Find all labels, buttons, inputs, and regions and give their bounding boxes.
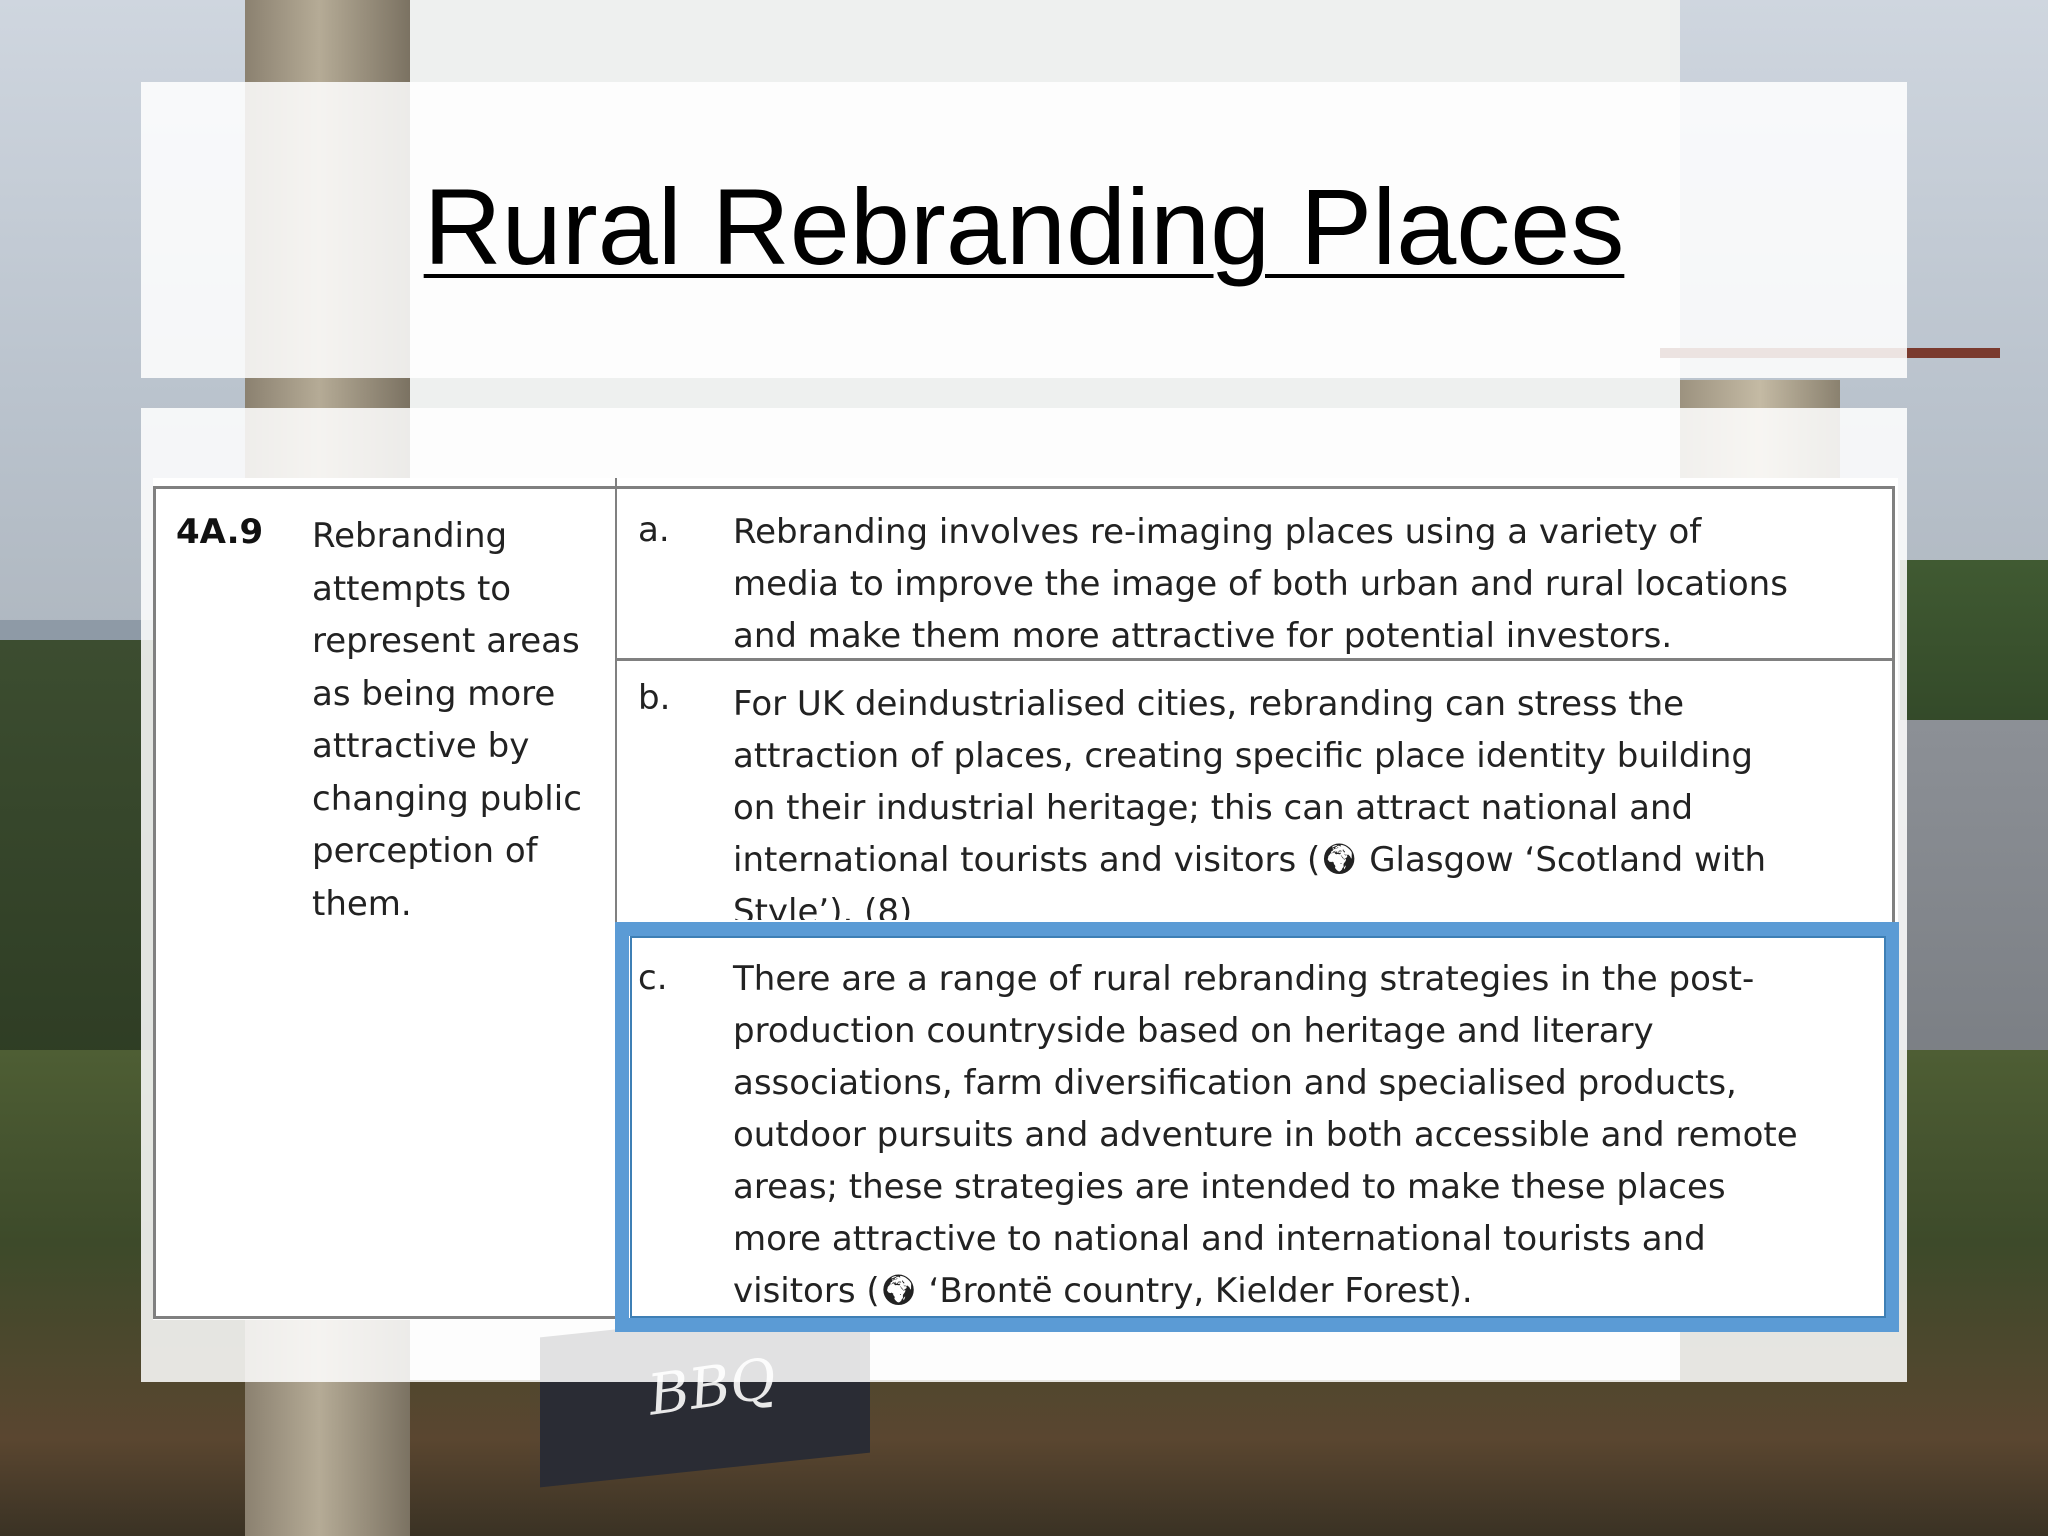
table-border-right: [1892, 486, 1895, 926]
row-b-line-5: Style’). (8): [733, 892, 913, 920]
table-border-top: [153, 486, 1895, 489]
table-border-bottom: [153, 1316, 623, 1319]
row-c-line-2: production countryside based on heritage…: [733, 1011, 1654, 1051]
spec-code: 4A.9: [176, 512, 264, 552]
row-a-line-2: media to improve the image of both urban…: [733, 564, 1788, 604]
spec-topic: Rebranding attempts to represent areas a…: [312, 516, 582, 924]
row-a-line-1: Rebranding involves re-imaging places us…: [733, 512, 1702, 552]
specification-table: 4A.9 Rebranding attempts to represent ar…: [0, 0, 2048, 1536]
row-c-letter: c.: [638, 958, 668, 998]
row-b-line-2: attraction of places, creating specific …: [733, 736, 1753, 776]
row-c-line-6: more attractive to national and internat…: [733, 1219, 1706, 1259]
row-c-text: There are a range of rural rebranding st…: [733, 953, 1873, 1317]
row-b-line-4-end: Glasgow ‘Scotland with: [1358, 840, 1767, 880]
row-c-line-7-start: visitors (: [733, 1271, 880, 1311]
globe-icon: 🌍︎: [1320, 842, 1359, 877]
table-border-left: [153, 486, 156, 1318]
globe-icon: 🌍︎: [879, 1273, 918, 1308]
row-c-line-5: areas; these strategies are intended to …: [733, 1167, 1726, 1207]
row-b-line-4: international tourists and visitors (🌍︎ …: [733, 834, 1873, 886]
row-a-letter: a.: [638, 510, 670, 550]
row-b: b. For UK deindustrialised cities, rebra…: [620, 678, 1890, 920]
row-b-letter: b.: [638, 678, 671, 718]
row-c-line-7-end: ‘Brontë country, Kielder Forest).: [917, 1271, 1473, 1311]
row-c-line-1: There are a range of rural rebranding st…: [733, 959, 1755, 999]
row-c-line-4: outdoor pursuits and adventure in both a…: [733, 1115, 1798, 1155]
row-b-line-3: on their industrial heritage; this can a…: [733, 788, 1694, 828]
row-b-text: For UK deindustrialised cities, rebrandi…: [733, 678, 1873, 920]
row-a-text: Rebranding involves re-imaging places us…: [733, 506, 1873, 662]
row-c-line-7: visitors (🌍︎ ‘Brontë country, Kielder Fo…: [733, 1265, 1873, 1317]
row-b-line-1: For UK deindustrialised cities, rebrandi…: [733, 684, 1685, 724]
row-b-line-4-start: international tourists and visitors (: [733, 840, 1321, 880]
row-c-line-3: associations, farm diversification and s…: [733, 1063, 1737, 1103]
row-a-line-3: and make them more attractive for potent…: [733, 616, 1673, 656]
